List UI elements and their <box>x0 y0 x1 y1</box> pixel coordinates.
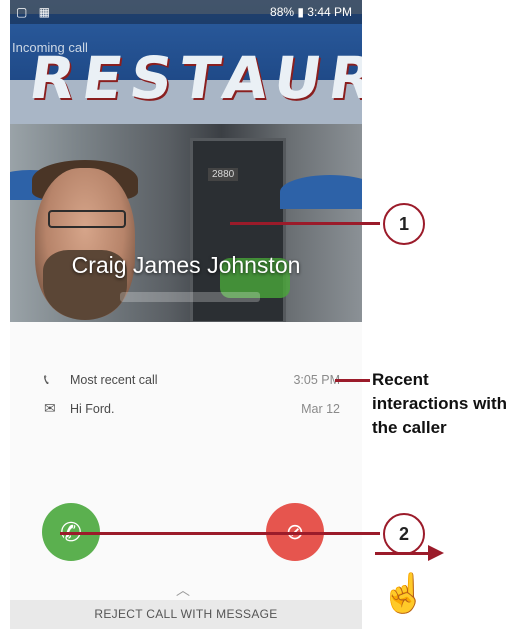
caller-name: Craig James Johnston <box>71 252 301 278</box>
restaurant-sign: RESTAUR <box>10 14 362 124</box>
caller-glasses <box>48 210 126 228</box>
recent-label: Most recent call <box>70 373 158 387</box>
recent-label: Hi Ford. <box>70 402 115 416</box>
status-right: 88% ▮ 3:44 PM <box>270 5 352 19</box>
swipe-arrow <box>375 552 430 555</box>
caller-photo: RESTAUR 2880 ▢ ▦ 88% ▮ 3:44 PM Incoming … <box>10 0 362 322</box>
callout-1-line <box>230 222 380 225</box>
recent-row-call[interactable]: 📞︎ Most recent call 3:05 PM <box>10 369 362 397</box>
callout-recent-line <box>335 379 370 382</box>
swipe-arrow-head <box>428 545 444 561</box>
callout-2-line <box>60 532 380 535</box>
call-state: Incoming call <box>12 40 88 55</box>
status-left-icons: ▢ ▦ <box>16 5 55 19</box>
umbrella-right <box>280 175 362 209</box>
hand-icon: ☝ <box>380 573 428 615</box>
recent-row-message[interactable]: ✉︎ Hi Ford. Mar 12 <box>10 398 362 426</box>
callout-2: 2 <box>383 513 425 555</box>
door-number: 2880 <box>208 168 239 181</box>
recent-time: 3:05 PM <box>293 373 340 387</box>
callout-recent-text: Recent interactions with the caller <box>372 370 508 437</box>
message-icon: ✉︎ <box>44 400 56 416</box>
status-bar: ▢ ▦ 88% ▮ 3:44 PM <box>10 0 362 24</box>
callout-1: 1 <box>383 203 425 245</box>
caller-subtitle-blur <box>120 292 260 302</box>
phone-icon: 📞︎ <box>44 371 49 387</box>
recent-time: Mar 12 <box>301 402 340 416</box>
chevron-up-icon: ︿ <box>176 582 190 598</box>
reject-with-message-button[interactable]: REJECT CALL WITH MESSAGE <box>10 600 362 629</box>
